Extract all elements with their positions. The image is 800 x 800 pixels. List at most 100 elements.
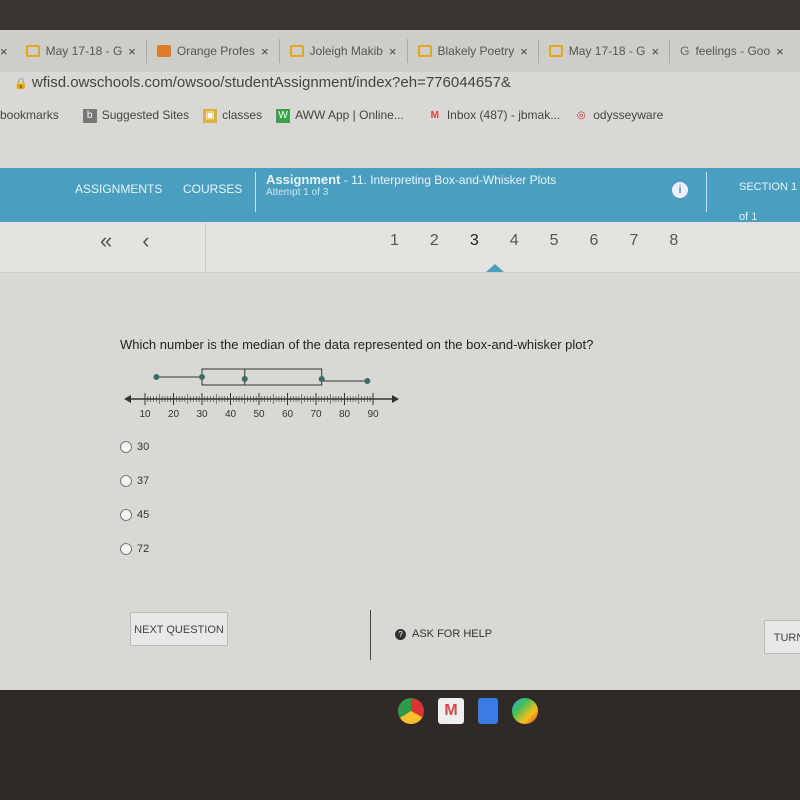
turn-in-button[interactable]: TURN: [764, 620, 800, 654]
q1-point: [199, 374, 205, 380]
bookmark-item[interactable]: ▣ classes: [203, 108, 262, 123]
url-text: wfisd.owschools.com/owsoo/studentAssignm…: [31, 74, 511, 91]
play-store-icon[interactable]: [512, 698, 538, 724]
close-icon[interactable]: ×: [0, 44, 16, 59]
gmail-icon: M: [430, 109, 439, 121]
option-label: 30: [137, 441, 150, 453]
browser-tab[interactable]: Gfeelings - Goo ×: [670, 39, 794, 63]
previous-question-icon[interactable]: ‹: [142, 228, 149, 254]
page-5[interactable]: 5: [550, 232, 559, 250]
browser-tab[interactable]: Orange Profes ×: [147, 39, 280, 63]
bookmark-label: odysseyware: [593, 108, 664, 122]
classroom-icon: ▣: [203, 108, 218, 123]
google-icon: G: [680, 44, 690, 58]
tick-label: 50: [253, 409, 265, 420]
median-point: [241, 376, 248, 382]
bookmark-item[interactable]: W AWW App | Online...: [276, 108, 404, 123]
left-arrow-icon: [124, 395, 131, 403]
bookmark-item[interactable]: M Inbox (487) - jbmak...: [428, 108, 561, 123]
radio-button[interactable]: [120, 543, 132, 555]
max-point: [364, 378, 371, 384]
tick-label: 30: [196, 409, 208, 420]
min-point: [153, 374, 160, 380]
slides-icon: [417, 45, 432, 57]
answer-option[interactable]: 45: [120, 498, 149, 532]
tick-label: 60: [282, 409, 294, 420]
question-text: Which number is the median of the data r…: [120, 337, 594, 352]
question-pager: « ‹ 1 2 3 4 5 6 7 8: [0, 222, 800, 273]
next-question-button[interactable]: NEXT QUESTION: [130, 612, 228, 646]
tick-label: 70: [310, 409, 322, 420]
answer-option[interactable]: 37: [120, 464, 149, 498]
divider: [370, 610, 371, 660]
close-icon[interactable]: ×: [261, 44, 269, 59]
tab-label: May 17-18 - G: [568, 44, 646, 58]
close-icon[interactable]: ×: [776, 44, 784, 59]
browser-tab[interactable]: May 17-18 - G ×: [539, 39, 671, 63]
option-label: 72: [137, 543, 150, 555]
bookmark-label: AWW App | Online...: [295, 108, 404, 122]
box-plot: 10 20 30 40 50 60 70 80 90: [124, 368, 399, 420]
slides-icon: [548, 45, 563, 57]
browser-tab[interactable]: May 17-18 - G ×: [16, 39, 147, 63]
current-page-indicator: [486, 264, 504, 272]
bookmark-label: bookmarks: [0, 108, 59, 123]
gmail-icon[interactable]: M: [438, 698, 464, 724]
browser-tab[interactable]: Blakely Poetry ×: [408, 39, 539, 63]
radio-button[interactable]: [120, 475, 132, 487]
tick-label: 90: [367, 409, 379, 420]
app-header: ASSIGNMENTS COURSES Assignment - 11. Int…: [0, 168, 800, 223]
q3-point: [318, 376, 325, 382]
address-bar[interactable]: 🔒 wfisd.owschools.com/owsoo/studentAssig…: [14, 74, 511, 91]
divider: [205, 222, 206, 272]
browser-tab[interactable]: Joleigh Makib ×: [280, 39, 408, 63]
page-icon: [156, 45, 171, 57]
tab-label: May 17-18 - G: [45, 44, 123, 58]
tick-label: 80: [339, 409, 351, 420]
os-shelf: M: [0, 690, 800, 800]
bookmark-label: Suggested Sites: [101, 108, 190, 122]
odysseyware-icon: ◎: [576, 109, 586, 121]
bookmark-item[interactable]: ◎ odysseyware: [574, 108, 663, 123]
answer-option[interactable]: 30: [120, 430, 149, 464]
radio-button[interactable]: [120, 509, 132, 521]
page-1[interactable]: 1: [390, 232, 399, 250]
lock-icon: 🔒: [14, 78, 28, 90]
close-icon[interactable]: ×: [128, 44, 136, 59]
nav-assignments[interactable]: ASSIGNMENTS: [75, 182, 162, 196]
page-7[interactable]: 7: [629, 232, 638, 250]
bookmark-label: Inbox (487) - jbmak...: [446, 108, 561, 122]
slides-icon: [289, 45, 304, 57]
option-label: 45: [137, 509, 150, 521]
bookmark-item[interactable]: b Suggested Sites: [82, 108, 190, 123]
close-icon[interactable]: ×: [520, 44, 528, 59]
page-3[interactable]: 3: [470, 232, 479, 250]
page-4[interactable]: 4: [510, 232, 519, 250]
page-2[interactable]: 2: [430, 232, 439, 250]
assignment-title: Assignment - 11. Interpreting Box-and-Wh…: [255, 172, 556, 212]
first-question-icon[interactable]: «: [100, 228, 112, 254]
close-icon[interactable]: ×: [652, 44, 660, 59]
ask-for-help-button[interactable]: ? ASK FOR HELP: [395, 628, 492, 640]
tick-label: 10: [139, 409, 151, 420]
help-icon: ?: [395, 628, 406, 640]
radio-button[interactable]: [120, 441, 132, 453]
aww-icon: W: [276, 108, 291, 123]
page-8[interactable]: 8: [669, 232, 678, 250]
chrome-icon[interactable]: [398, 698, 424, 724]
footer: NEXT QUESTION ? ASK FOR HELP TURN: [0, 600, 800, 688]
docs-icon[interactable]: [478, 698, 498, 724]
answer-option[interactable]: 72: [120, 532, 149, 566]
bing-icon: b: [82, 108, 97, 123]
info-icon[interactable]: i: [672, 182, 688, 198]
assignment-label: Assignment: [266, 172, 341, 187]
tab-label: Blakely Poetry: [437, 44, 515, 58]
bookmark-item[interactable]: bookmarks: [0, 108, 59, 122]
nav-courses[interactable]: COURSES: [183, 182, 242, 196]
slides-icon: [25, 45, 40, 57]
browser-tab-strip: × May 17-18 - G × Orange Profes × Joleigh …: [0, 30, 800, 72]
section-indicator: SECTION 1 of 1: [706, 172, 800, 223]
bookmark-label: classes: [222, 108, 263, 122]
page-6[interactable]: 6: [590, 232, 599, 250]
close-icon[interactable]: ×: [389, 44, 397, 59]
